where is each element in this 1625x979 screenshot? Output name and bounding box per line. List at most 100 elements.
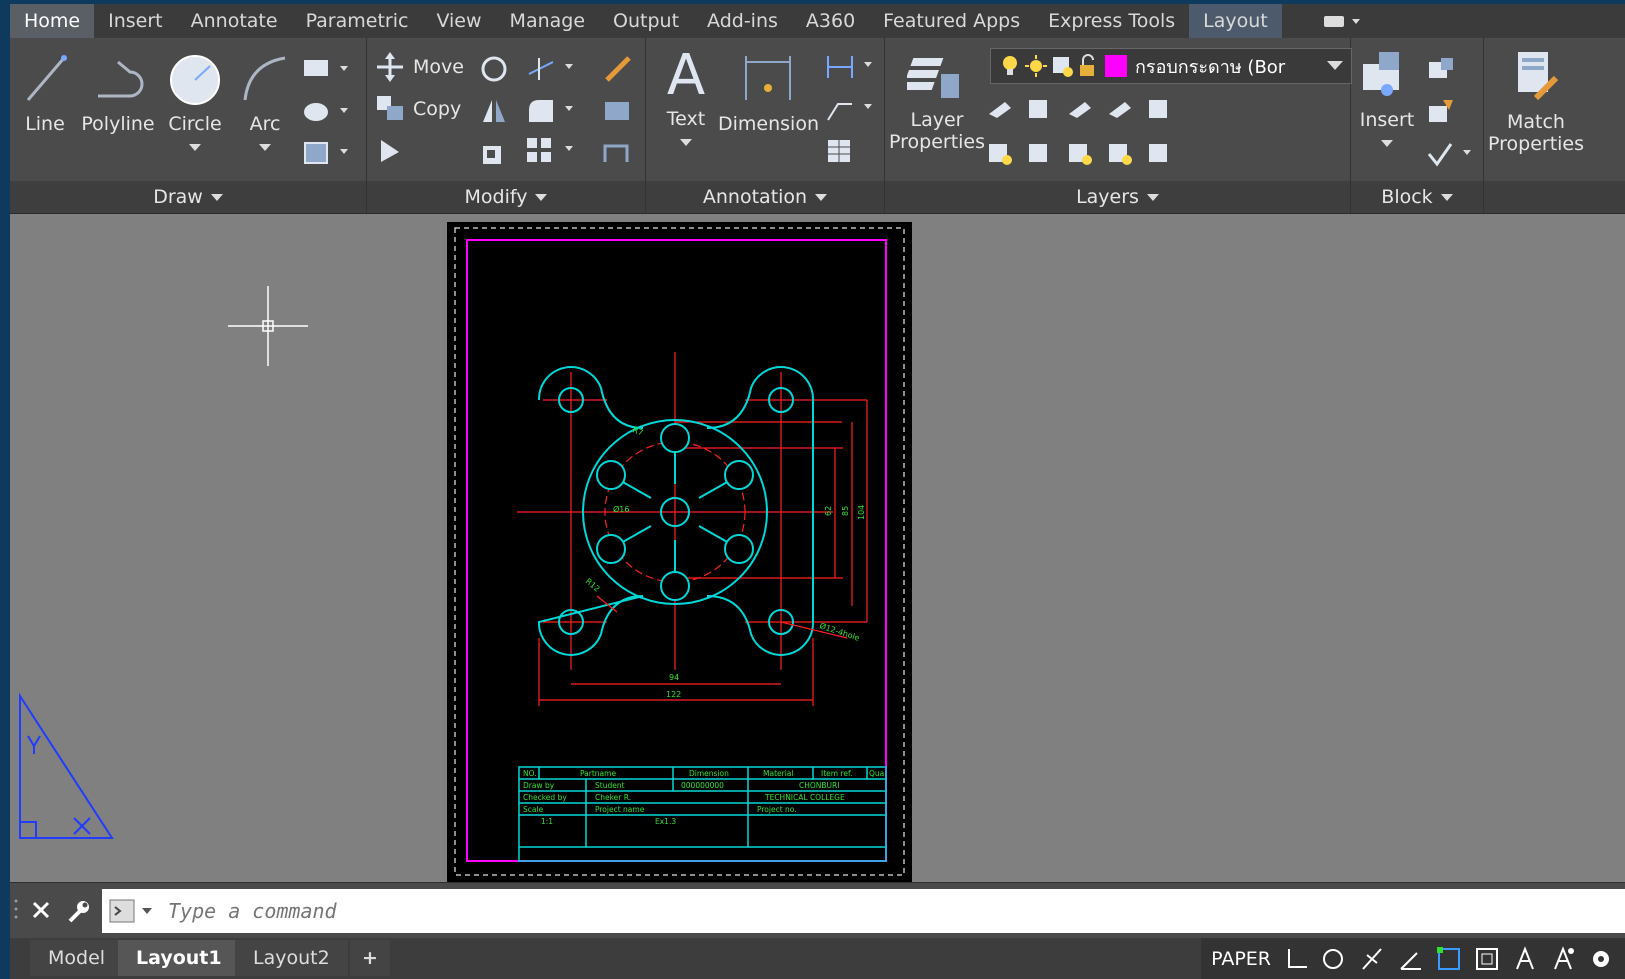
annotation-panel-title[interactable]: Annotation — [646, 181, 884, 213]
dimension-button[interactable]: Dimension — [718, 48, 819, 135]
annotation-visibility-icon[interactable] — [1549, 945, 1577, 973]
viewport-icon[interactable] — [1473, 945, 1501, 973]
insert-block-icon — [1363, 52, 1399, 96]
move-label: Move — [413, 56, 464, 78]
ribbon: Line Polyline Circle Arc Draw Move Copy … — [10, 38, 1625, 214]
tab-annotate[interactable]: Annotate — [177, 4, 292, 38]
explode-icon[interactable] — [601, 96, 635, 126]
polyline-label: Polyline — [81, 113, 155, 135]
ucs-icon — [19, 692, 114, 839]
fillet-icon[interactable] — [525, 96, 585, 126]
leader-icon[interactable] — [824, 94, 878, 124]
mirror-icon[interactable] — [479, 96, 509, 126]
scale-icon[interactable] — [479, 138, 509, 168]
draw-panel-title[interactable]: Draw — [10, 181, 366, 213]
workspace-gear-icon[interactable] — [1587, 945, 1615, 973]
tb-scaleval: 1:1 — [541, 817, 553, 826]
boundary-icon[interactable] — [302, 140, 356, 166]
properties-panel-title — [1484, 181, 1625, 213]
match-properties-icon — [1518, 52, 1559, 101]
polyline-button[interactable]: Polyline — [78, 48, 158, 135]
rectangle-icon[interactable] — [302, 58, 356, 82]
tab-parametric[interactable]: Parametric — [292, 4, 423, 38]
annotation-scale-icon[interactable] — [1511, 945, 1539, 973]
circle-button[interactable]: Circle — [160, 48, 230, 157]
text-button[interactable]: A Text — [656, 44, 716, 152]
tab-insert[interactable]: Insert — [94, 4, 177, 38]
dim-d12-4hole: Ø12-4hole — [818, 620, 861, 642]
tab-layout[interactable]: Layout — [1189, 4, 1282, 38]
tab-manage[interactable]: Manage — [496, 4, 599, 38]
polar-tracking-icon[interactable] — [1321, 945, 1349, 973]
tab-a360[interactable]: A360 — [792, 4, 869, 38]
panel-modify: Move Copy Modify — [367, 38, 646, 213]
circle-dropdown-icon[interactable] — [189, 144, 201, 152]
offset-icon[interactable] — [601, 136, 635, 166]
dim-62: 62 — [824, 506, 833, 516]
copy-icon — [377, 96, 403, 120]
block-panel-title[interactable]: Block — [1351, 181, 1483, 213]
match-properties-button[interactable]: Match Properties — [1488, 48, 1584, 155]
unlock-icon — [1080, 54, 1094, 76]
dim-r12: R12 — [584, 577, 602, 594]
grip-handle-icon[interactable] — [12, 897, 20, 925]
linear-dim-icon[interactable] — [824, 52, 878, 82]
tab-home[interactable]: Home — [10, 4, 95, 38]
layer-tools-row2-icon[interactable] — [985, 138, 1185, 168]
wrench-icon[interactable] — [64, 897, 92, 925]
layer-properties-button[interactable]: Layer Properties — [889, 48, 985, 153]
layers-panel-title[interactable]: Layers — [885, 181, 1350, 213]
edit-block-icon[interactable] — [1425, 96, 1459, 126]
insert-block-button[interactable]: Insert — [1355, 46, 1419, 153]
layer-tools-row1-icon[interactable] — [985, 94, 1185, 124]
ribbon-tabs: Home Insert Annotate Parametric View Man… — [10, 4, 1625, 38]
erase-icon[interactable] — [601, 52, 635, 86]
ribbon-minimize-icon[interactable] — [1322, 11, 1362, 31]
text-label: Text — [666, 108, 706, 130]
grid-snap-icon[interactable] — [1283, 945, 1311, 973]
close-icon[interactable] — [30, 899, 52, 921]
command-prompt-icon[interactable] — [108, 896, 158, 926]
tab-express-tools[interactable]: Express Tools — [1034, 4, 1189, 38]
object-snap-icon[interactable] — [1435, 945, 1463, 973]
line-label: Line — [25, 113, 65, 135]
tb-projectname: Project name — [595, 805, 645, 814]
tab-addins[interactable]: Add-ins — [693, 4, 792, 38]
array-icon[interactable] — [525, 136, 585, 166]
move-button[interactable]: Move — [375, 52, 464, 82]
line-button[interactable]: Line — [20, 48, 70, 135]
add-layout-button[interactable]: + — [350, 940, 390, 976]
create-block-icon[interactable] — [1425, 54, 1459, 84]
isometric-icon[interactable] — [1397, 945, 1425, 973]
object-snap-tracking-icon[interactable] — [1359, 945, 1387, 973]
arc-label: Arc — [249, 113, 281, 135]
tab-layout1[interactable]: Layout1 — [118, 940, 240, 976]
hatch-icon[interactable] — [302, 100, 356, 124]
paper-space-toggle[interactable]: PAPER — [1211, 948, 1271, 970]
trim-icon[interactable] — [525, 54, 585, 84]
arc-button[interactable]: Arc — [235, 48, 295, 157]
viewport-freeze-icon — [1053, 57, 1073, 77]
copy-button[interactable]: Copy — [375, 94, 461, 124]
tab-layout2[interactable]: Layout2 — [235, 940, 348, 976]
tb-qua: Qua — [869, 769, 884, 778]
tab-featured-apps[interactable]: Featured Apps — [869, 4, 1034, 38]
tab-model[interactable]: Model — [30, 940, 124, 976]
layer-dropdown-chevron-icon[interactable] — [1325, 59, 1345, 73]
tab-view[interactable]: View — [422, 4, 495, 38]
command-line[interactable] — [102, 889, 1625, 933]
block-attribute-icon[interactable] — [1425, 138, 1481, 168]
arc-dropdown-icon[interactable] — [259, 144, 271, 152]
move-icon — [377, 52, 403, 82]
paper-sheet[interactable]: R7 Ø16 R12 Ø12-4hole 94 122 62 85 104 NO… — [447, 222, 912, 882]
layer-dropdown[interactable]: กรอบกระดาษ (Bor — [990, 48, 1352, 84]
tab-output[interactable]: Output — [599, 4, 693, 38]
insert-dropdown-icon[interactable] — [1381, 140, 1393, 148]
text-dropdown-icon[interactable] — [680, 139, 692, 147]
command-input[interactable] — [166, 898, 1470, 924]
rotate-icon[interactable] — [479, 54, 509, 84]
stretch-icon[interactable] — [377, 136, 407, 166]
modify-panel-title[interactable]: Modify — [367, 181, 645, 213]
table-icon[interactable] — [824, 136, 854, 166]
layer-properties-label-2: Properties — [889, 131, 986, 153]
